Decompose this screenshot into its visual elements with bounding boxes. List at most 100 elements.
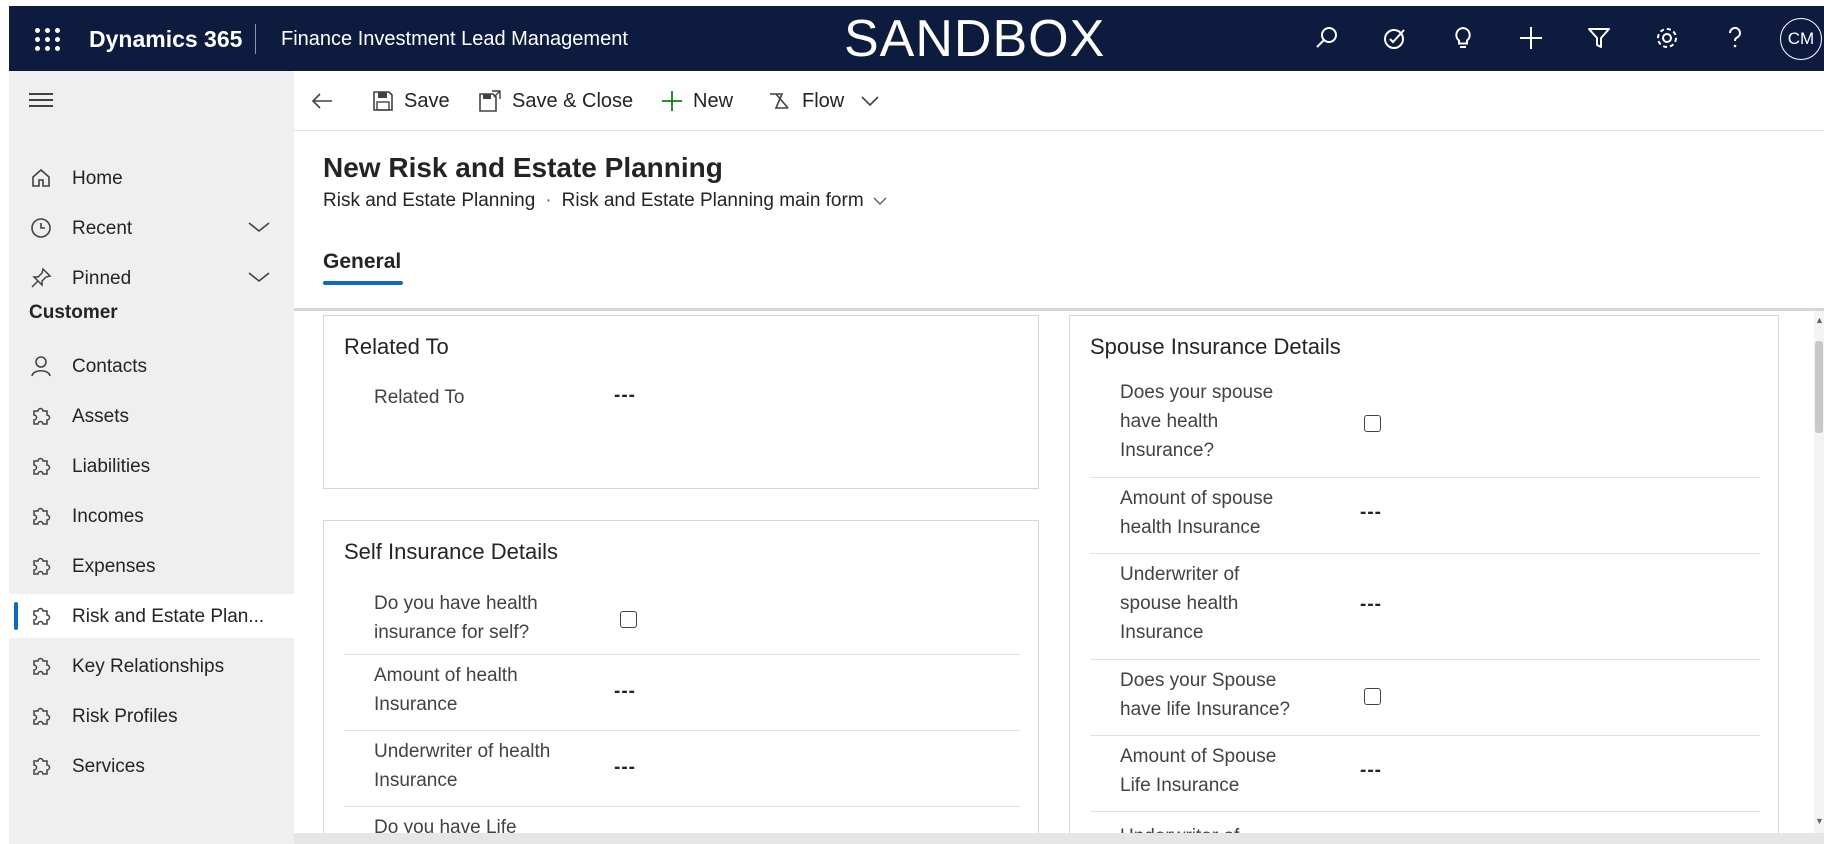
tab-general[interactable]: General bbox=[323, 250, 401, 274]
self-health-underwriter-field[interactable]: --- bbox=[614, 757, 636, 779]
vertical-scrollbar[interactable]: ▲ ▼ bbox=[1814, 311, 1824, 833]
chevron-down-icon bbox=[873, 197, 887, 205]
puzzle-icon bbox=[29, 754, 53, 778]
sidebar-item-label: Services bbox=[72, 756, 145, 777]
sidebar-item-label: Liabilities bbox=[72, 456, 151, 477]
chevron-down-icon[interactable] bbox=[247, 218, 271, 238]
search-icon[interactable] bbox=[1309, 20, 1345, 56]
field-label: Do you have Life bbox=[374, 817, 517, 833]
sidebar-item-services[interactable]: Services bbox=[9, 744, 294, 788]
scroll-up-icon[interactable]: ▲ bbox=[1815, 315, 1824, 325]
save-label: Save bbox=[404, 89, 450, 112]
puzzle-icon bbox=[29, 454, 53, 478]
sidebar-item-contacts[interactable]: Contacts bbox=[9, 344, 294, 388]
save-icon bbox=[373, 91, 393, 111]
home-icon bbox=[29, 166, 53, 190]
sidebar-item-label: Recent bbox=[72, 218, 133, 239]
gear-icon[interactable] bbox=[1649, 20, 1685, 56]
sidebar-item-risk-and-estate-planning[interactable]: Risk and Estate Plan... bbox=[9, 594, 294, 638]
top-navigation-bar: Dynamics 365 Finance Investment Lead Man… bbox=[9, 6, 1824, 71]
section-related-to: Related To Related To --- bbox=[323, 315, 1039, 489]
sidebar-item-label: Risk and Estate Plan... bbox=[72, 606, 265, 627]
sidebar: Home Recent Pinned Customer Contacts Ass… bbox=[9, 71, 294, 844]
puzzle-icon bbox=[29, 504, 53, 528]
spouse-health-insurance-checkbox[interactable] bbox=[1364, 415, 1381, 432]
sidebar-item-label: Risk Profiles bbox=[72, 706, 178, 727]
sidebar-item-home[interactable]: Home bbox=[9, 156, 294, 200]
section-self-insurance: Self Insurance Details Do you have healt… bbox=[323, 520, 1039, 833]
pin-icon bbox=[29, 266, 53, 290]
plus-icon[interactable] bbox=[1513, 20, 1549, 56]
page-title: New Risk and Estate Planning bbox=[323, 152, 723, 183]
field-row: Underwriter of health Insurance --- bbox=[344, 731, 1020, 807]
field-label: Underwriter of bbox=[1120, 822, 1239, 833]
sidebar-item-liabilities[interactable]: Liabilities bbox=[9, 444, 294, 488]
spouse-life-insurance-checkbox[interactable] bbox=[1364, 688, 1381, 705]
arrow-left-icon bbox=[311, 93, 332, 109]
field-label: Does your Spouse have life Insurance? bbox=[1120, 670, 1291, 720]
flow-dropdown[interactable] bbox=[860, 85, 880, 117]
self-health-amount-field[interactable]: --- bbox=[614, 681, 636, 703]
help-icon[interactable] bbox=[1717, 20, 1753, 56]
puzzle-icon bbox=[29, 604, 53, 628]
topbar-divider bbox=[255, 24, 256, 54]
scroll-down-icon[interactable]: ▼ bbox=[1815, 816, 1824, 826]
spouse-health-underwriter-field[interactable]: --- bbox=[1360, 594, 1382, 616]
sidebar-item-label: Incomes bbox=[72, 506, 144, 527]
field-label: Does your spouse have health Insurance? bbox=[1120, 382, 1274, 461]
new-label: New bbox=[693, 89, 734, 112]
form-content: Related To Related To --- Self Insurance… bbox=[294, 311, 1814, 833]
horizontal-scrollbar[interactable] bbox=[294, 833, 1824, 844]
brand-name[interactable]: Dynamics 365 bbox=[89, 26, 242, 53]
scrollbar-thumb[interactable] bbox=[1815, 341, 1823, 433]
field-row: Amount of Spouse Life Insurance --- bbox=[1090, 736, 1760, 812]
save-close-icon bbox=[479, 90, 501, 112]
spouse-life-amount-field[interactable]: --- bbox=[1360, 760, 1382, 782]
sidebar-item-key-relationships[interactable]: Key Relationships bbox=[9, 644, 294, 688]
section-spouse-insurance: Spouse Insurance Details Does your spous… bbox=[1069, 315, 1779, 833]
field-row: Do you have health insurance for self? bbox=[344, 585, 1020, 655]
field-row: Underwriter of spouse health Insurance -… bbox=[1090, 554, 1760, 660]
plus-icon bbox=[662, 91, 682, 111]
field-label: Underwriter of spouse health Insurance bbox=[1120, 564, 1240, 643]
chevron-down-icon[interactable] bbox=[247, 268, 271, 288]
environment-label: SANDBOX bbox=[844, 10, 1106, 68]
entity-name: Risk and Estate Planning bbox=[323, 190, 536, 211]
sidebar-item-label: Contacts bbox=[72, 356, 147, 377]
topbar-actions bbox=[1309, 20, 1753, 56]
form-selector[interactable]: Risk and Estate Planning main form bbox=[562, 190, 888, 212]
save-close-label: Save & Close bbox=[512, 89, 634, 112]
save-button[interactable]: Save bbox=[372, 85, 450, 117]
section-title: Self Insurance Details bbox=[344, 539, 558, 564]
flow-button[interactable]: Flow bbox=[768, 85, 844, 117]
menu-icon[interactable] bbox=[29, 93, 53, 109]
field-label: Do you have health insurance for self? bbox=[374, 593, 538, 643]
section-title: Spouse Insurance Details bbox=[1090, 334, 1341, 359]
sidebar-item-label: Expenses bbox=[72, 556, 156, 577]
sidebar-item-expenses[interactable]: Expenses bbox=[9, 544, 294, 588]
sidebar-item-recent[interactable]: Recent bbox=[9, 206, 294, 250]
flow-icon bbox=[770, 93, 789, 109]
field-label: Amount of spouse health Insurance bbox=[1120, 488, 1274, 538]
sidebar-item-assets[interactable]: Assets bbox=[9, 394, 294, 438]
field-row: Does your spouse have health Insurance? bbox=[1090, 374, 1760, 478]
sidebar-item-risk-profiles[interactable]: Risk Profiles bbox=[9, 694, 294, 738]
field-row: Amount of spouse health Insurance --- bbox=[1090, 478, 1760, 554]
app-launcher-icon[interactable] bbox=[31, 24, 61, 54]
sidebar-item-pinned[interactable]: Pinned bbox=[9, 256, 294, 300]
save-and-close-button[interactable]: Save & Close bbox=[478, 85, 633, 117]
form-breadcrumb: Risk and Estate Planning · Risk and Esta… bbox=[323, 190, 888, 212]
new-button[interactable]: New bbox=[661, 85, 733, 117]
user-avatar[interactable]: CM bbox=[1780, 18, 1822, 60]
section-title: Related To bbox=[344, 334, 449, 359]
back-button[interactable] bbox=[310, 85, 334, 117]
app-name[interactable]: Finance Investment Lead Management bbox=[281, 28, 628, 51]
lightbulb-icon[interactable] bbox=[1445, 20, 1481, 56]
spouse-health-amount-field[interactable]: --- bbox=[1360, 502, 1382, 524]
sidebar-item-incomes[interactable]: Incomes bbox=[9, 494, 294, 538]
task-check-icon[interactable] bbox=[1377, 20, 1413, 56]
self-health-insurance-checkbox[interactable] bbox=[620, 611, 637, 628]
related-to-lookup[interactable]: --- bbox=[614, 385, 636, 407]
command-bar: Save Save & Close New Flow bbox=[294, 71, 1824, 131]
filter-icon[interactable] bbox=[1581, 20, 1617, 56]
